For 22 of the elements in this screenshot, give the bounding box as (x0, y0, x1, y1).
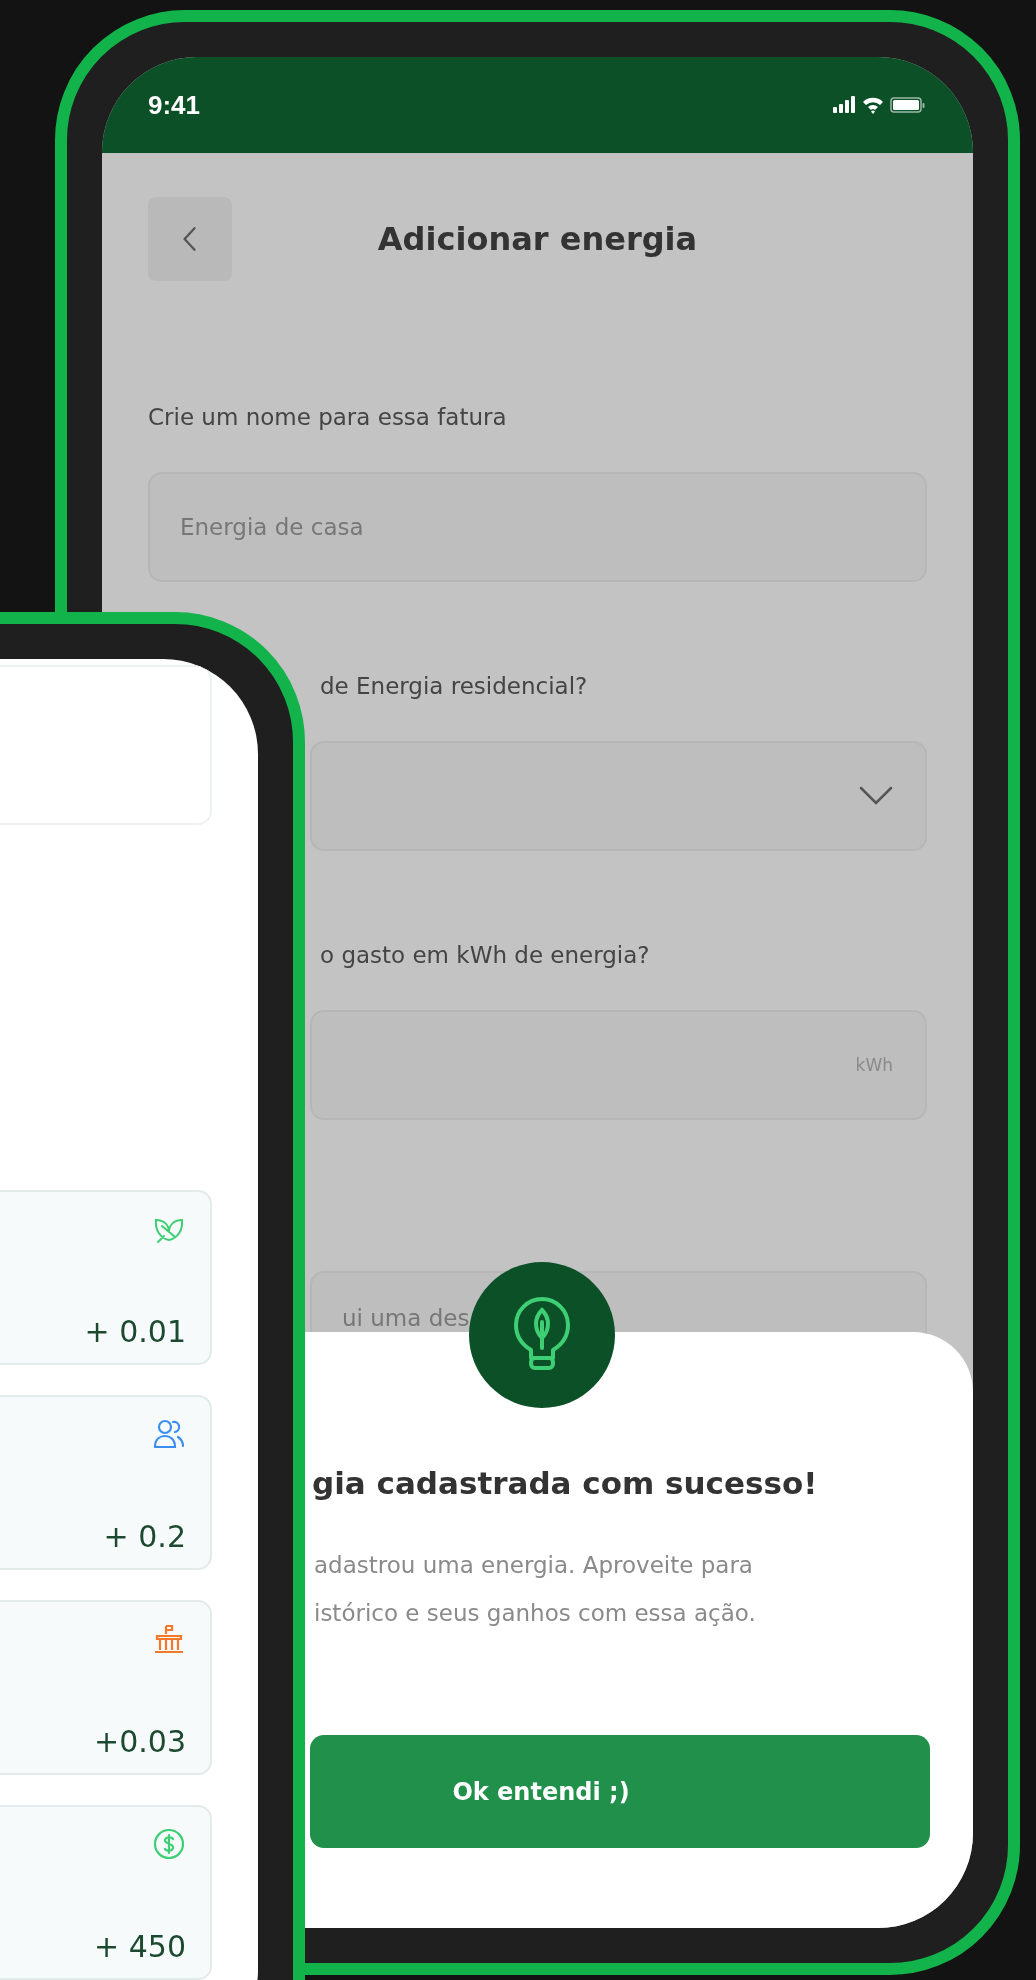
chevron-left-icon (181, 225, 199, 253)
stat-value: + 450 (94, 1929, 186, 1964)
stat-value: + 0.01 (84, 1314, 186, 1349)
dialog-title: gia cadastrada com sucesso! (311, 1464, 819, 1503)
field-placeholder: ui uma des (342, 1305, 470, 1331)
stat-value: +0.03 (94, 1724, 186, 1759)
field-label: o gasto em kWh de energia? (319, 941, 651, 970)
signal-wifi-battery-icon (833, 95, 925, 115)
dialog-message: adastrou uma energia. Aproveite para (314, 1551, 754, 1580)
status-time: 9:41 (148, 89, 201, 121)
field-label: de Energia residencial? (319, 672, 589, 701)
select-field[interactable] (310, 741, 927, 851)
field-placeholder: Energia de casa (180, 514, 364, 540)
field-label: Crie um nome para essa fatura (148, 403, 508, 432)
lightbulb-icon (469, 1262, 615, 1408)
chevron-down-icon (859, 786, 893, 806)
input-field[interactable]: Energia de casa (148, 472, 927, 582)
page-title: Adicionar energia (376, 220, 699, 258)
stat-value: + 0.2 (103, 1519, 186, 1554)
dialog-message: istórico e seus ganhos com essa ação. (314, 1599, 757, 1628)
confirm-button[interactable]: Ok entendi ;) (310, 1735, 930, 1848)
back-button[interactable] (148, 197, 232, 281)
